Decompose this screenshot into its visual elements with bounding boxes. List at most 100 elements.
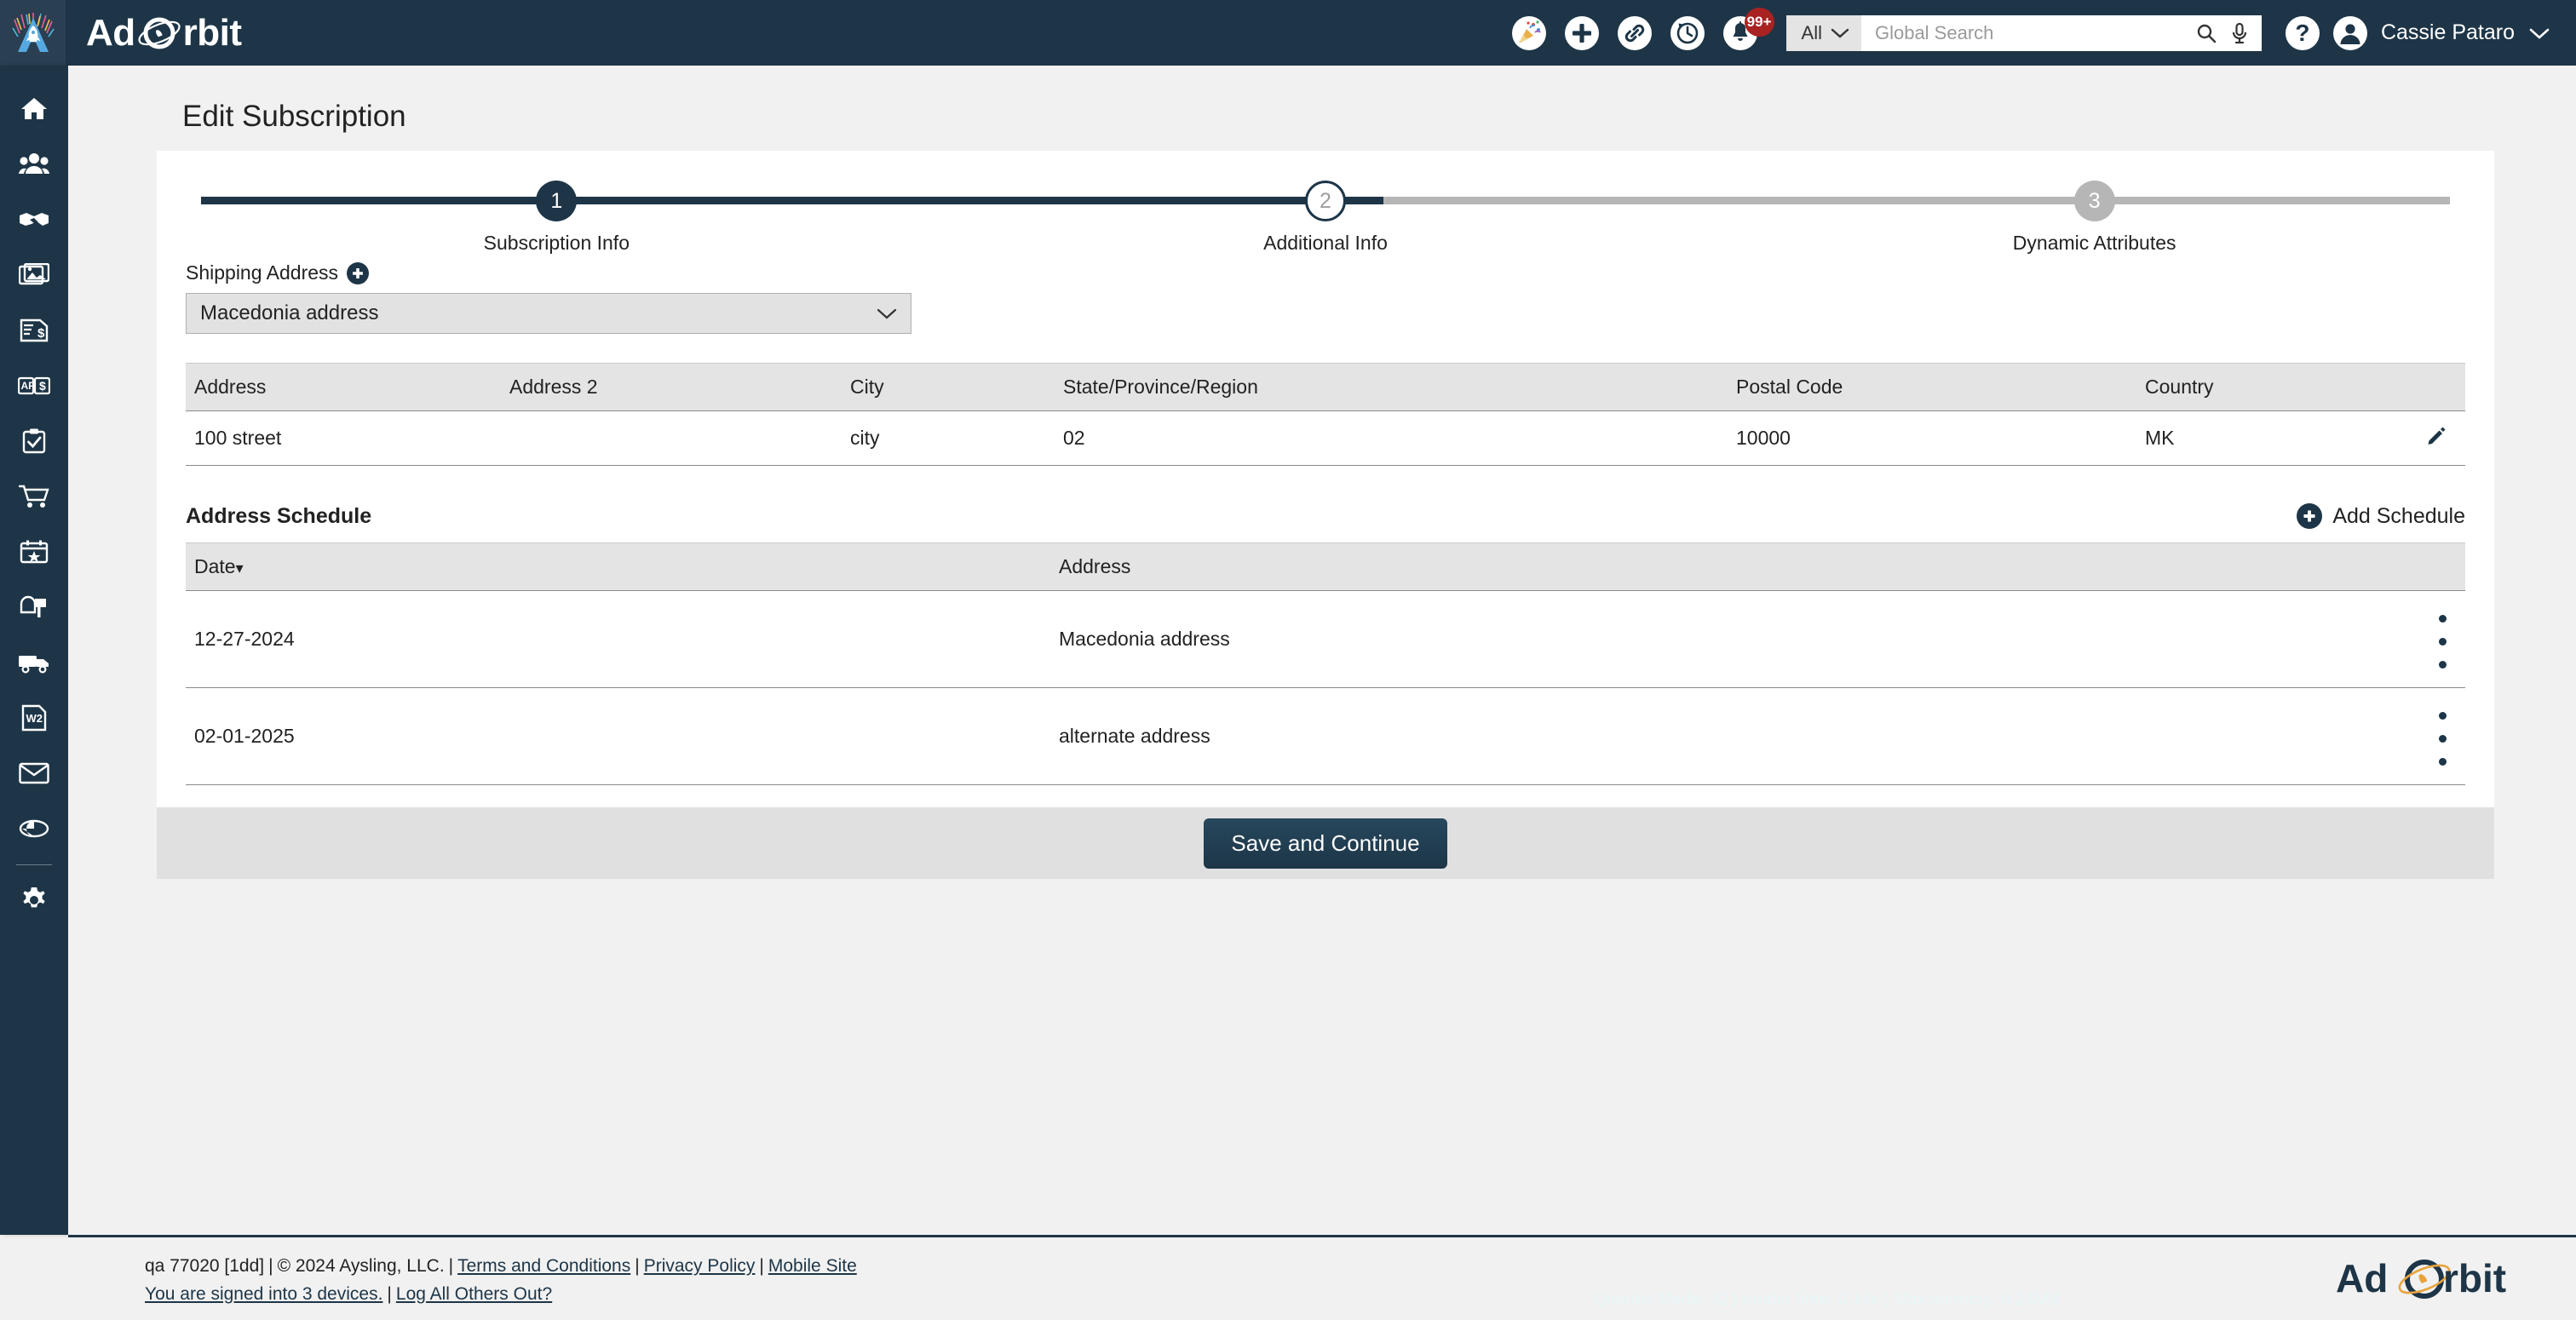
sidebar-item-home[interactable]: [0, 81, 68, 136]
stepper-step-1[interactable]: 1 Subscription Info: [172, 151, 941, 255]
sidebar-item-tasks[interactable]: [0, 413, 68, 468]
search-icon[interactable]: [2195, 22, 2217, 44]
shipping-address-label: Shipping Address: [186, 261, 338, 284]
add-schedule-label: Add Schedule: [2332, 504, 2465, 529]
step-number-2: 2: [1320, 189, 1331, 214]
sidebar-item-media[interactable]: [0, 247, 68, 302]
footer-line-1: qa 77020 [1dd]|© 2024 Aysling, LLC.|Term…: [145, 1253, 857, 1281]
people-icon: [19, 152, 49, 177]
schedule-address-cell: Macedonia address: [1050, 591, 2414, 688]
add-shipping-address-icon[interactable]: [347, 262, 369, 284]
pencil-icon[interactable]: [2426, 428, 2447, 451]
app-logo-tile[interactable]: [0, 0, 66, 66]
calendar-star-icon: [20, 539, 49, 565]
ellipsis-icon[interactable]: [2434, 702, 2447, 770]
schedule-address-cell: alternate address: [1050, 688, 2414, 785]
sort-desc-icon: ▾: [236, 560, 244, 577]
microphone-icon[interactable]: [2229, 22, 2250, 44]
card-action-bar: Save and Continue: [157, 807, 2494, 879]
schedule-date-cell: 12-27-2024: [186, 591, 1050, 688]
user-name-label: Cassie Pataro: [2381, 20, 2515, 45]
city-cell: city: [842, 411, 1055, 466]
save-and-continue-button[interactable]: Save and Continue: [1204, 818, 1446, 869]
table-row: 100 street city 02 10000 MK: [186, 411, 2465, 466]
notifications-icon[interactable]: 99+: [1723, 16, 1757, 50]
table-row: 12-27-2024 Macedonia address: [186, 591, 2465, 688]
page-footer: qa 77020 [1dd]|© 2024 Aysling, LLC.|Term…: [68, 1235, 2576, 1320]
postal-code-cell: 10000: [1728, 411, 2136, 466]
stepper-step-2[interactable]: 2 Additional Info: [941, 151, 1711, 255]
handshake-icon: [18, 209, 50, 231]
step-number-3: 3: [2089, 189, 2101, 214]
global-search-field[interactable]: [1861, 15, 2262, 51]
schedule-actions-col-header: [2414, 543, 2465, 591]
sidebar-item-events[interactable]: [0, 524, 68, 579]
sidebar-item-fulfillment[interactable]: [0, 634, 68, 690]
shipping-address-select[interactable]: Macedonia address: [186, 293, 911, 334]
brand-name-part1: Ad: [86, 12, 135, 55]
log-others-out-link[interactable]: Log All Others Out?: [396, 1284, 552, 1304]
sidebar-item-tax-forms[interactable]: W2: [0, 690, 68, 745]
left-sidebar: $ AP $: [0, 66, 68, 1235]
address-schedule-title: Address Schedule: [186, 504, 371, 529]
schedule-row-actions: [2414, 591, 2465, 688]
sidebar-item-email[interactable]: [0, 745, 68, 801]
sidebar-item-payables[interactable]: AP $: [0, 358, 68, 413]
signed-in-devices-link[interactable]: You are signed into 3 devices.: [145, 1284, 382, 1304]
envelope-icon: [19, 762, 49, 784]
clipboard-check-icon: [20, 428, 48, 455]
table-row: 02-01-2025 alternate address: [186, 688, 2465, 785]
sidebar-item-settings[interactable]: [0, 872, 68, 927]
step-bubble-3[interactable]: 3: [2074, 181, 2115, 221]
sidebar-item-billing[interactable]: $: [0, 302, 68, 358]
step-bubble-2[interactable]: 2: [1305, 181, 1346, 221]
celebration-icon[interactable]: [1512, 16, 1546, 50]
footer-line-2: You are signed into 3 devices.|Log All O…: [145, 1281, 857, 1309]
sidebar-item-deals[interactable]: [0, 192, 68, 247]
sidebar-divider: [16, 864, 52, 865]
help-icon[interactable]: ?: [2286, 16, 2320, 50]
link-icon[interactable]: [1618, 16, 1652, 50]
sidebar-item-orders[interactable]: [0, 468, 68, 524]
chevron-down-icon[interactable]: [2528, 26, 2550, 40]
search-scope-dropdown[interactable]: All: [1786, 15, 1861, 51]
add-schedule-button[interactable]: Add Schedule: [2297, 503, 2465, 529]
ap-money-icon: AP $: [18, 375, 50, 397]
state-cell: 02: [1055, 411, 1728, 466]
page-title: Edit Subscription: [68, 66, 2576, 134]
brand-wordmark: Ad rbit: [86, 11, 242, 55]
privacy-link[interactable]: Privacy Policy: [644, 1256, 756, 1276]
user-menu[interactable]: ? Cassie Pataro: [2286, 16, 2550, 50]
sidebar-item-subscriptions[interactable]: [0, 579, 68, 634]
svg-text:$: $: [39, 379, 46, 393]
address-row-actions: [2414, 411, 2465, 466]
svg-text:rbit: rbit: [2443, 1256, 2506, 1300]
main-content-area: Edit Subscription 1 Subscription Info 2 …: [68, 66, 2576, 1235]
schedule-address-col-header[interactable]: Address: [1050, 543, 2414, 591]
schedule-date-col-label: Date: [194, 555, 236, 577]
step-bubble-1[interactable]: 1: [536, 181, 577, 221]
sidebar-item-contacts[interactable]: [0, 136, 68, 192]
search-input[interactable]: [1875, 22, 2183, 44]
ellipsis-icon[interactable]: [2434, 605, 2447, 673]
step-label-2: Additional Info: [1263, 232, 1388, 255]
add-icon[interactable]: [1565, 16, 1599, 50]
notifications-badge: 99+: [1745, 8, 1774, 37]
terms-link[interactable]: Terms and Conditions: [457, 1256, 630, 1276]
svg-text:AP: AP: [21, 380, 36, 392]
chevron-down-icon: [877, 307, 897, 320]
history-icon[interactable]: [1670, 16, 1705, 50]
schedule-table-header-row: Date▾ Address: [186, 543, 2465, 591]
avatar[interactable]: [2333, 16, 2367, 50]
shipping-address-selected-value: Macedonia address: [200, 301, 378, 325]
shipping-address-label-row: Shipping Address: [186, 261, 2465, 284]
step-number-1: 1: [550, 189, 562, 214]
stepper-step-3[interactable]: 3 Dynamic Attributes: [1710, 151, 2479, 255]
pie-chart-icon: [19, 818, 49, 840]
address-col-header: Address: [186, 364, 501, 411]
schedule-date-cell: 02-01-2025: [186, 688, 1050, 785]
svg-text:W2: W2: [26, 712, 43, 725]
schedule-date-col-header[interactable]: Date▾: [186, 543, 1050, 591]
sidebar-item-reports[interactable]: [0, 801, 68, 856]
mobile-site-link[interactable]: Mobile Site: [768, 1256, 857, 1276]
